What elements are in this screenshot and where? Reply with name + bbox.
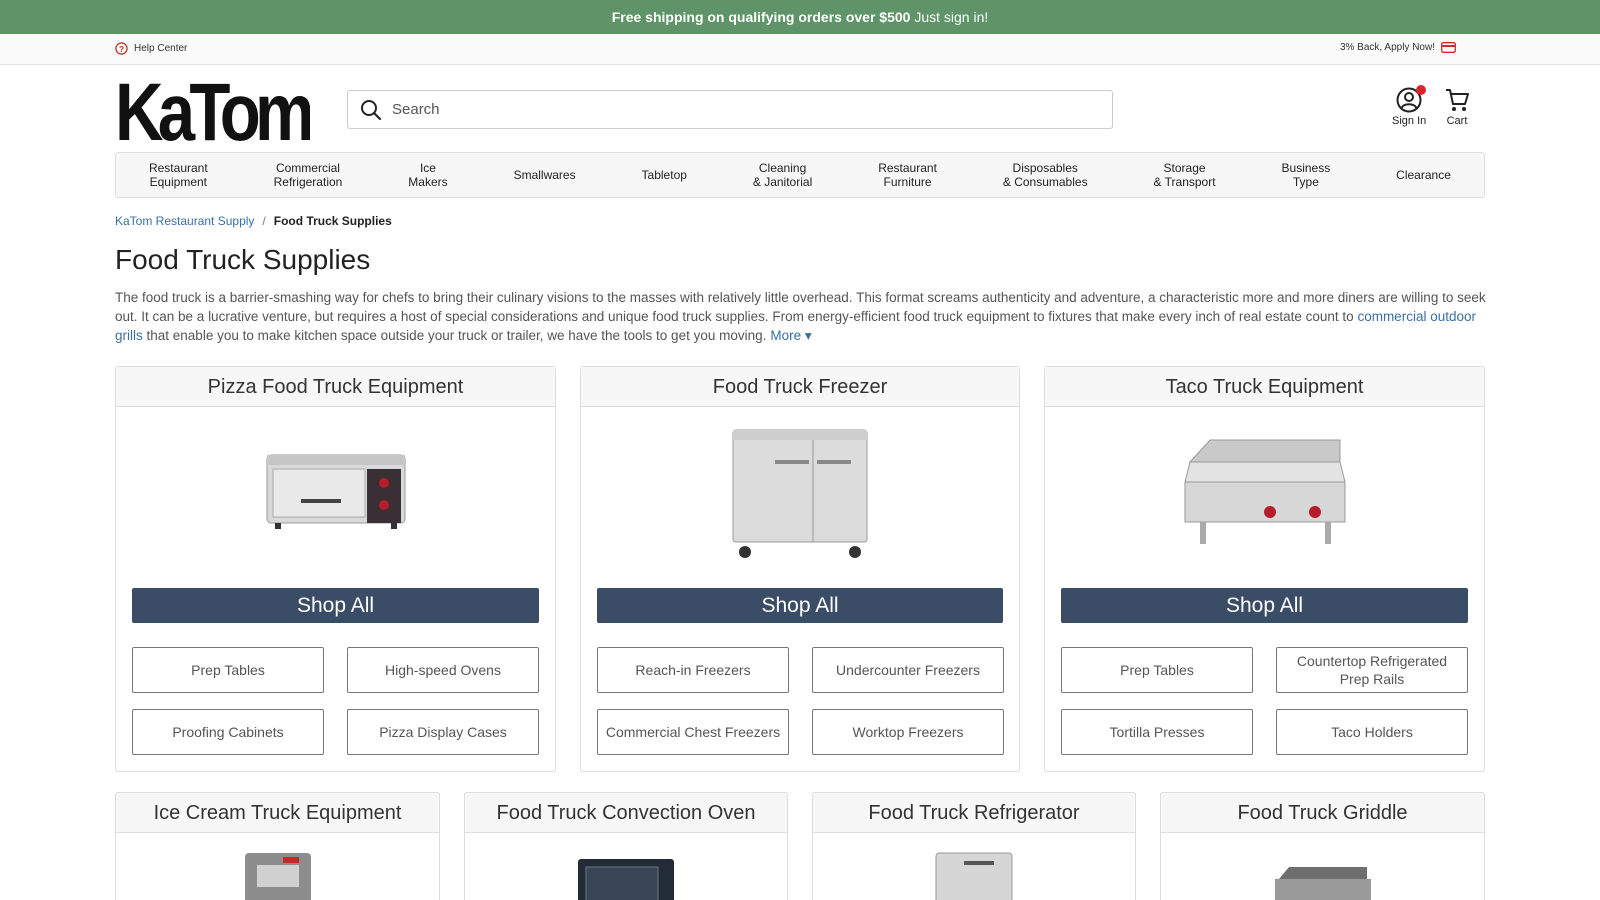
notification-badge [1416,85,1427,95]
product-image[interactable] [581,407,1019,577]
card-title[interactable]: Taco Truck Equipment [1045,367,1484,407]
search-bar[interactable] [347,90,1113,129]
product-image[interactable] [465,833,787,900]
nav-item[interactable]: Clearance [1390,168,1457,182]
search-input[interactable] [392,101,1072,118]
subcategory-link[interactable]: Proofing Cabinets [132,709,324,755]
shop-all-button[interactable]: Shop All [132,588,539,623]
product-image[interactable] [1045,407,1484,577]
subcategory-link[interactable]: Pizza Display Cases [347,709,539,755]
subcategory-link[interactable]: Prep Tables [1061,647,1253,693]
sign-in-button[interactable]: Sign In [1392,85,1427,127]
product-image[interactable] [116,833,439,900]
svg-text:?: ? [119,44,124,54]
nav-item[interactable]: Storage & Transport [1148,161,1222,189]
category-nav: Restaurant Equipment Commercial Refrigera… [115,152,1485,198]
griddle-image [1183,439,1346,544]
more-toggle[interactable]: More ▾ [770,328,811,343]
nav-item[interactable]: Smallwares [508,168,582,182]
breadcrumb-separator: / [262,214,266,228]
promo-bold-text: Free shipping on qualifying orders over … [611,9,911,25]
card-title[interactable]: Ice Cream Truck Equipment [116,793,439,833]
utility-bar: ? Help Center 3% Back, Apply Now! [0,34,1600,65]
subcategory-link[interactable]: Taco Holders [1276,709,1468,755]
help-center-label: Help Center [134,43,188,54]
breadcrumb: KaTom Restaurant Supply / Food Truck Sup… [115,214,392,228]
nav-item[interactable]: Restaurant Furniture [872,161,943,189]
category-card: Ice Cream Truck Equipment [115,792,440,900]
breadcrumb-current: Food Truck Supplies [273,214,392,228]
product-image[interactable] [813,833,1135,900]
page-intro: The food truck is a barrier-smashing way… [115,288,1487,345]
help-center-link[interactable]: ? Help Center [115,42,187,55]
nav-item[interactable]: Ice Makers [402,161,453,189]
nav-item[interactable]: Cleaning & Janitorial [747,161,818,189]
subcategory-link[interactable]: Undercounter Freezers [812,647,1004,693]
convection-oven-image [578,859,674,900]
pizza-oven-image [266,454,405,529]
category-card: Food Truck Refrigerator [812,792,1136,900]
nav-item[interactable]: Disposables & Consumables [997,161,1094,189]
subcategory-link[interactable]: Countertop Refrigerated Prep Rails [1276,647,1468,693]
refrigerator-image [935,852,1013,900]
credit-card-icon [1441,42,1456,53]
cashback-link[interactable]: 3% Back, Apply Now! [1340,42,1456,53]
promo-text: Just sign in! [910,9,989,25]
promo-banner[interactable]: Free shipping on qualifying orders over … [0,0,1600,34]
card-title[interactable]: Pizza Food Truck Equipment [116,367,555,407]
page-title: Food Truck Supplies [115,244,371,275]
subcategory-link[interactable]: Tortilla Presses [1061,709,1253,755]
nav-item[interactable]: Tabletop [636,168,693,182]
subcategory-link[interactable]: Prep Tables [132,647,324,693]
cart-label: Cart [1446,115,1468,127]
category-card: Taco Truck Equipment Shop All Prep Table… [1044,366,1485,772]
freezer-image [732,429,868,558]
card-title[interactable]: Food Truck Convection Oven [465,793,787,833]
subcategory-link[interactable]: High-speed Ovens [347,647,539,693]
subcategory-link[interactable]: Reach-in Freezers [597,647,789,693]
cart-icon [1446,89,1469,111]
nav-item[interactable]: Business Type [1276,161,1337,189]
nav-item[interactable]: Restaurant Equipment [143,161,214,189]
product-image[interactable] [1161,833,1484,900]
search-icon[interactable] [360,99,382,121]
subcategory-link[interactable]: Commercial Chest Freezers [597,709,789,755]
katom-logo[interactable]: KaTom [115,72,310,144]
help-icon: ? [115,42,128,55]
cashback-label: 3% Back, Apply Now! [1339,42,1435,53]
category-card: Food Truck Griddle [1160,792,1485,900]
shop-all-button[interactable]: Shop All [1061,588,1468,623]
griddle-image [1274,867,1371,900]
subcategory-link[interactable]: Worktop Freezers [812,709,1004,755]
shop-all-button[interactable]: Shop All [597,588,1003,623]
breadcrumb-home-link[interactable]: KaTom Restaurant Supply [115,214,254,228]
nav-item[interactable]: Commercial Refrigeration [268,161,349,189]
svg-text:KaTom: KaTom [115,72,310,144]
sign-in-label: Sign In [1392,115,1427,127]
product-image[interactable] [116,407,555,577]
intro-text-2: that enable you to make kitchen space ou… [142,328,767,343]
category-card: Food Truck Freezer Shop All Reach-in Fre… [580,366,1020,772]
category-card: Pizza Food Truck Equipment Shop All Prep… [115,366,556,772]
site-header: KaTom Sign In Cart [0,65,1600,153]
intro-text-1: The food truck is a barrier-smashing way… [115,290,1486,324]
cart-button[interactable]: Cart [1444,87,1470,127]
category-card: Food Truck Convection Oven [464,792,788,900]
card-title[interactable]: Food Truck Refrigerator [813,793,1135,833]
card-title[interactable]: Food Truck Freezer [581,367,1019,407]
card-title[interactable]: Food Truck Griddle [1161,793,1484,833]
ice-cream-machine-image [244,853,311,900]
